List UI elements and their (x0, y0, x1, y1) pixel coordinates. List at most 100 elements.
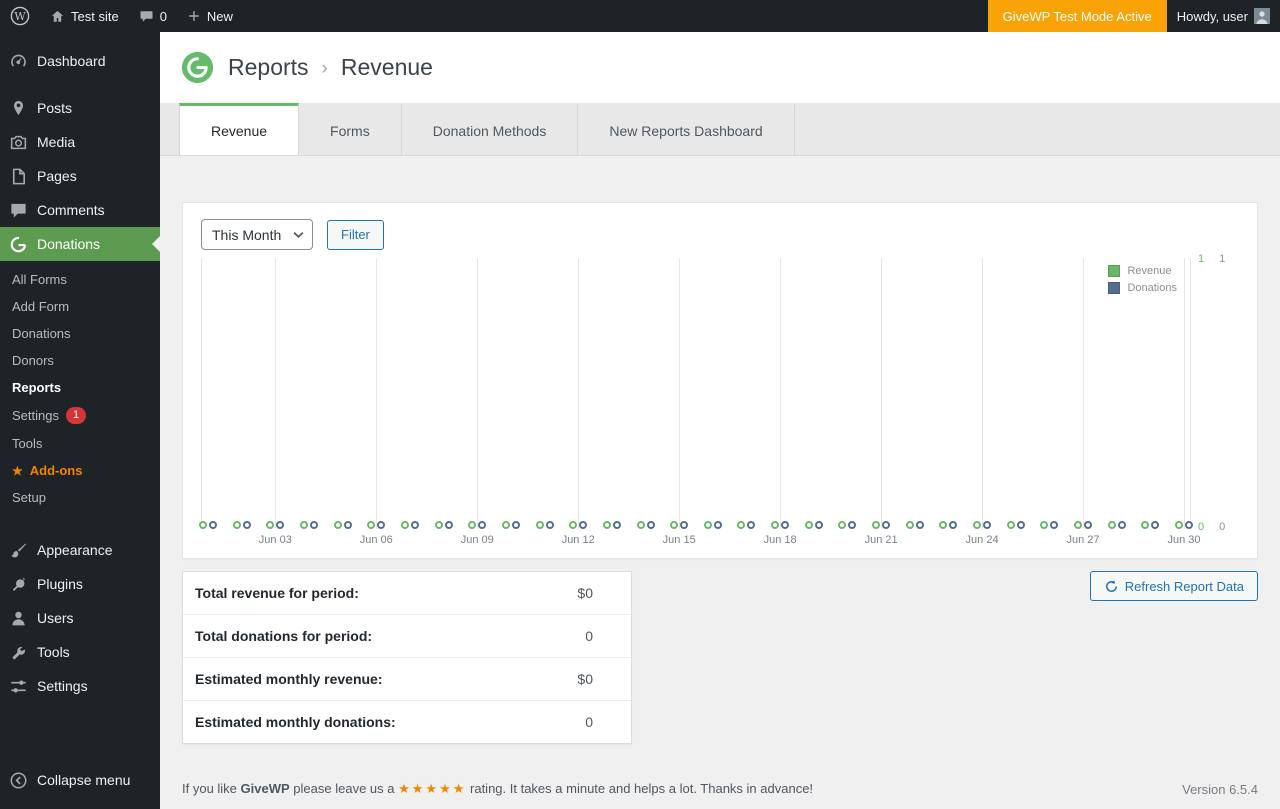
tab-donation-methods[interactable]: Donation Methods (402, 103, 579, 155)
collapse-arrow-icon (8, 770, 28, 790)
donations-data-point (1117, 521, 1126, 529)
chart-x-tick-label: Jun 30 (1167, 534, 1201, 546)
comment-icon (8, 200, 28, 220)
collapse-menu-button[interactable]: Collapse menu (0, 763, 160, 797)
refresh-button-label: Refresh Report Data (1124, 578, 1244, 594)
summary-label: Total donations for period: (195, 628, 373, 644)
tab-forms[interactable]: Forms (299, 103, 402, 155)
chart-data-point-pair (569, 521, 588, 529)
chart-data-point-pair (1074, 521, 1093, 529)
sidebar-item-settings[interactable]: Settings (0, 669, 160, 703)
summary-table: Total revenue for period: $0 Total donat… (182, 571, 632, 744)
submenu-item-addons[interactable]: ★ Add-ons (0, 457, 160, 484)
chart-data-point-pair (400, 521, 419, 529)
sidebar-item-posts[interactable]: Posts (0, 91, 160, 125)
submenu-item-tools[interactable]: Tools (0, 430, 160, 457)
wordpress-logo-icon: W (10, 6, 30, 26)
chart-x-tick-label: Jun 18 (763, 534, 797, 546)
tab-revenue[interactable]: Revenue (179, 103, 300, 155)
legend-label: Revenue (1127, 265, 1172, 277)
footer-text-middle: please leave us a (293, 781, 395, 796)
revenue-data-point (199, 521, 207, 529)
submenu-item-settings[interactable]: Settings 1 (0, 401, 160, 430)
submenu-item-setup[interactable]: Setup (0, 484, 160, 511)
table-row: Estimated monthly revenue: $0 (183, 658, 631, 701)
my-account-menu[interactable]: Howdy, user (1167, 0, 1280, 32)
donations-data-point (1084, 521, 1093, 529)
footer-text-prefix: If you like (182, 781, 237, 796)
dashboard-icon (8, 51, 28, 71)
main-content: Reports › Revenue Revenue Forms Donation… (160, 32, 1280, 809)
submenu-item-donors[interactable]: Donors (0, 347, 160, 374)
revenue-data-point (1074, 521, 1083, 529)
donations-data-point (276, 521, 285, 529)
submenu-label: Add Form (12, 299, 70, 314)
legend-item-donations[interactable]: Donations (1108, 282, 1177, 294)
chart-right-axis: 1 1 0 0 (1191, 253, 1239, 533)
refresh-report-data-button[interactable]: Refresh Report Data (1089, 571, 1258, 601)
breadcrumb-separator: › (321, 57, 328, 79)
donations-data-point (478, 521, 487, 529)
breadcrumb-root: Reports (228, 54, 309, 80)
donations-data-point (1050, 521, 1059, 529)
version-label: Version 6.5.4 (1182, 782, 1258, 797)
page-header: Reports › Revenue (160, 32, 1280, 103)
sidebar-item-label: Collapse menu (37, 772, 131, 788)
summary-label: Estimated monthly donations: (195, 714, 396, 730)
sidebar-item-plugins[interactable]: Plugins (0, 567, 160, 601)
chart-plot-area[interactable]: Revenue Donations (199, 258, 1193, 529)
submenu-label: Donations (12, 326, 71, 341)
submenu-item-reports[interactable]: Reports (0, 374, 160, 401)
summary-label: Total revenue for period: (195, 585, 359, 601)
submenu-item-donations[interactable]: Donations (0, 320, 160, 347)
site-name-menu[interactable]: Test site (40, 0, 129, 32)
givewp-test-mode-badge[interactable]: GiveWP Test Mode Active (987, 0, 1167, 32)
submenu-item-all-forms[interactable]: All Forms (0, 266, 160, 293)
donations-data-point (1016, 521, 1025, 529)
donations-data-point (511, 521, 520, 529)
wp-logo-menu[interactable]: W (0, 0, 40, 32)
current-menu-arrow (152, 236, 160, 252)
revenue-data-point (737, 521, 746, 529)
sidebar-item-pages[interactable]: Pages (0, 159, 160, 193)
sidebar-item-appearance[interactable]: Appearance (0, 533, 160, 567)
filter-button[interactable]: Filter (327, 219, 384, 250)
menu-separator (0, 78, 160, 91)
period-select[interactable]: This Month (201, 219, 313, 250)
tab-new-reports-dashboard[interactable]: New Reports Dashboard (578, 103, 795, 155)
submenu-item-add-form[interactable]: Add Form (0, 293, 160, 320)
chart-legend: Revenue Donations (1108, 265, 1177, 299)
submenu-label: Add-ons (29, 463, 83, 478)
sidebar-item-donations[interactable]: Donations (0, 227, 160, 261)
revenue-chart: Revenue Donations 1 1 0 0 (199, 253, 1239, 533)
donations-data-point (915, 521, 924, 529)
chart-canvas-layer (199, 258, 1193, 529)
chart-data-point-pair (232, 521, 251, 529)
chart-data-point-pair (973, 521, 992, 529)
sidebar-item-label: Tools (37, 644, 70, 660)
rating-stars-link[interactable]: ★★★★★ (398, 781, 466, 796)
sidebar-item-tools[interactable]: Tools (0, 635, 160, 669)
sidebar-item-users[interactable]: Users (0, 601, 160, 635)
chart-data-point-pair (501, 521, 520, 529)
howdy-label: Howdy, user (1176, 8, 1248, 24)
sidebar-item-label: Comments (37, 202, 105, 218)
chart-data-point-pair (367, 521, 386, 529)
revenue-data-point (333, 521, 342, 529)
sidebar-item-comments[interactable]: Comments (0, 193, 160, 227)
sidebar-item-dashboard[interactable]: Dashboard (0, 44, 160, 78)
revenue-data-point (434, 521, 443, 529)
chart-data-point-pair (468, 521, 487, 529)
reports-tab-bar: Revenue Forms Donation Methods New Repor… (160, 103, 1280, 156)
chart-gridline (1083, 258, 1085, 529)
user-icon (8, 608, 28, 628)
comments-menu[interactable]: 0 (129, 0, 177, 32)
pin-icon (8, 98, 28, 118)
legend-item-revenue[interactable]: Revenue (1108, 265, 1177, 277)
revenue-chart-card: This Month Filter Revenue Donations 1 1 … (182, 202, 1258, 559)
new-content-menu[interactable]: New (177, 0, 243, 32)
donations-data-point (781, 521, 790, 529)
sidebar-item-media[interactable]: Media (0, 125, 160, 159)
revenue-data-point (905, 521, 914, 529)
chart-data-point-pair (804, 521, 823, 529)
